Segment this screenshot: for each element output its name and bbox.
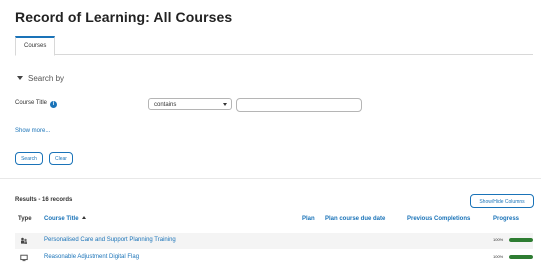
table-row: Personalised Care and Support Planning T…	[15, 233, 533, 249]
operator-select[interactable]: contains	[148, 98, 232, 110]
caret-down-icon	[17, 76, 23, 80]
show-more-link[interactable]: Show more...	[15, 128, 50, 134]
show-hide-columns-button[interactable]: Show/Hide Columns	[470, 194, 534, 208]
course-title-link[interactable]: Personalised Care and Support Planning T…	[44, 237, 176, 243]
group-icon	[21, 237, 27, 244]
column-header-plan[interactable]: Plan	[302, 216, 315, 222]
search-by-label: Search by	[28, 74, 65, 83]
column-header-previous-completions[interactable]: Previous Completions	[407, 216, 470, 222]
column-header-type: Type	[18, 216, 32, 222]
tab-courses[interactable]: Courses	[15, 36, 56, 56]
sort-ascending-icon	[81, 216, 86, 219]
progress-bar	[509, 238, 533, 242]
search-button[interactable]: Search	[15, 152, 43, 165]
progress-percent: 100%	[493, 237, 504, 242]
course-title-filter-label: Course Title i	[15, 100, 58, 108]
tab-bar: Courses	[15, 36, 533, 56]
column-header-course-title-label: Course Title	[44, 216, 79, 222]
course-title-link[interactable]: Reasonable Adjustment Digital Flag	[44, 254, 139, 260]
column-header-plan-due-date[interactable]: Plan course due date	[325, 216, 385, 222]
monitor-icon	[20, 254, 28, 262]
page: Record of Learning: All Courses Courses …	[0, 0, 541, 262]
operator-select-value: contains	[154, 102, 177, 108]
table-row: Reasonable Adjustment Digital Flag 100%	[15, 250, 533, 262]
clear-button[interactable]: Clear	[49, 152, 73, 165]
info-icon[interactable]: i	[50, 101, 58, 108]
progress-bar-fill	[509, 238, 533, 242]
column-header-progress[interactable]: Progress	[493, 216, 519, 222]
page-title: Record of Learning: All Courses	[15, 9, 233, 25]
section-divider	[0, 178, 541, 179]
search-by-toggle[interactable]: Search by	[17, 74, 64, 83]
progress-bar	[509, 255, 533, 259]
column-header-course-title[interactable]: Course Title	[44, 216, 86, 222]
progress-bar-fill	[509, 255, 533, 259]
course-title-search-input[interactable]	[236, 98, 362, 112]
chevron-down-icon	[223, 103, 227, 106]
progress-percent: 100%	[493, 254, 504, 259]
results-count: Results - 16 records	[15, 197, 73, 203]
course-title-label-text: Course Title	[15, 100, 48, 106]
